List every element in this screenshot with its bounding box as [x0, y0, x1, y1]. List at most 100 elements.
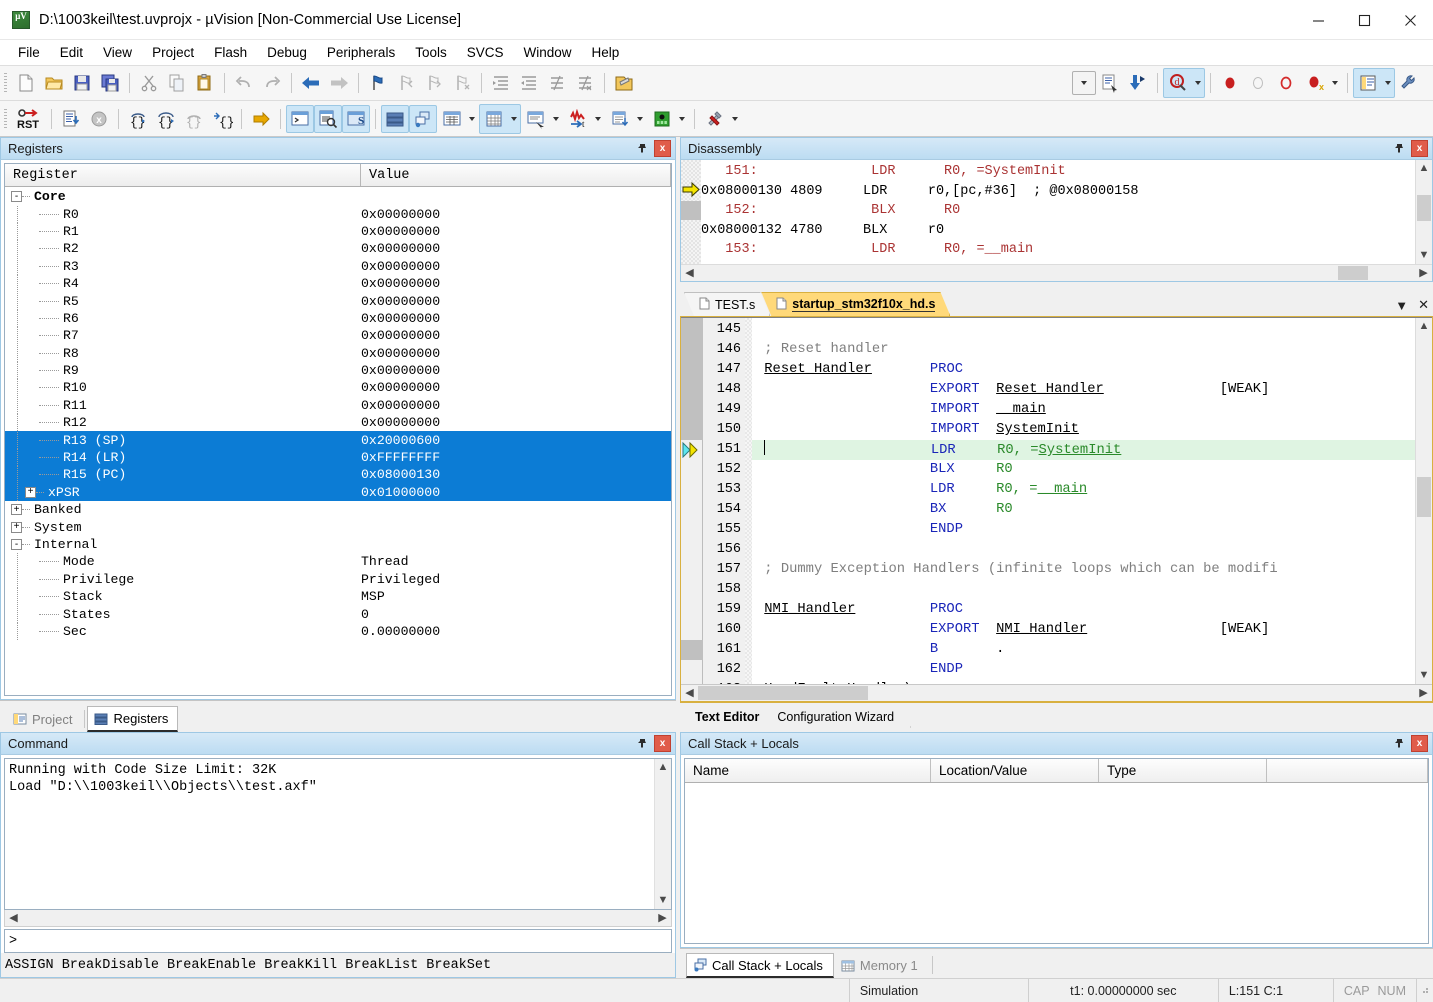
comment-icon[interactable] [543, 69, 571, 97]
system-viewer-dropdown[interactable] [676, 105, 688, 133]
registers-row[interactable]: - Internal [5, 536, 671, 553]
toolbox-dropdown[interactable] [729, 105, 741, 133]
tab-configuration-wizard[interactable]: Configuration Wizard [766, 706, 911, 728]
editor-code-line[interactable] [752, 540, 1415, 560]
editor-code-line[interactable]: Reset_Handler PROC [752, 360, 1415, 380]
editor-code-line[interactable]: ENDP [752, 660, 1415, 680]
registers-row[interactable]: R8 0x00000000 [5, 344, 671, 362]
editor-code-line[interactable]: LDR R0, =__main [752, 480, 1415, 500]
scroll-track[interactable] [655, 776, 671, 892]
editor-code-line[interactable]: IMPORT SystemInit [752, 420, 1415, 440]
command-input[interactable]: > [4, 929, 672, 953]
command-window-icon[interactable] [286, 104, 314, 133]
disassembly-line[interactable]: 151: LDR R0, =SystemInit [701, 162, 1415, 182]
analysis-windows-icon[interactable]: t [564, 105, 592, 133]
watch-windows-group[interactable] [437, 104, 479, 134]
column-header-extra[interactable] [1267, 759, 1428, 782]
start-stop-debug-session-group[interactable]: d [1163, 68, 1205, 98]
registers-row[interactable]: R13 (SP) 0x20000600 [5, 431, 671, 449]
toolbar-grip[interactable] [4, 73, 7, 93]
serial-windows-dropdown[interactable] [550, 105, 562, 133]
close-icon[interactable]: x [1411, 140, 1428, 157]
registers-row[interactable]: R10 0x00000000 [5, 379, 671, 397]
scroll-left-button[interactable]: ◀ [681, 265, 698, 281]
scroll-down-button[interactable]: ▼ [1416, 247, 1432, 264]
expand-icon[interactable]: + [11, 521, 22, 533]
registers-row[interactable]: R6 0x00000000 [5, 309, 671, 327]
kill-all-breakpoints-group[interactable]: x [1300, 68, 1342, 98]
insert-remove-breakpoint-icon[interactable] [1216, 69, 1244, 97]
scroll-up-button[interactable]: ▲ [655, 759, 671, 776]
close-icon[interactable]: x [654, 140, 671, 157]
redo-icon[interactable] [258, 69, 286, 97]
editor-code-line[interactable]: NMI_Handler PROC [752, 600, 1415, 620]
menu-file[interactable]: File [8, 42, 50, 63]
registers-row[interactable]: + Banked [5, 501, 671, 518]
dropdown-collapse-button[interactable] [1072, 71, 1096, 95]
menu-svcs[interactable]: SVCS [457, 42, 514, 63]
disassembly-window-icon[interactable] [314, 104, 342, 133]
menu-view[interactable]: View [93, 42, 142, 63]
scroll-up-button[interactable]: ▲ [1416, 160, 1432, 177]
menu-window[interactable]: Window [513, 42, 581, 63]
registers-row[interactable]: Mode Thread [5, 553, 671, 571]
system-viewer-icon[interactable] [648, 105, 676, 133]
scroll-right-button[interactable]: ▶ [1415, 685, 1432, 701]
disassembly-line[interactable]: 0x08000130 4809 LDR r0,[pc,#36] ; @0x080… [701, 182, 1415, 202]
expand-icon[interactable]: + [11, 504, 22, 516]
editor-code-line[interactable]: EXPORT NMI_Handler [WEAK] [752, 620, 1415, 640]
step-over-icon[interactable]: {} [152, 105, 180, 133]
editor-code-line[interactable]: BLX R0 [752, 460, 1415, 480]
editor-code-line[interactable]: ; Dummy Exception Handlers (infinite loo… [752, 560, 1415, 580]
analysis-windows-dropdown[interactable] [592, 105, 604, 133]
maximize-button[interactable] [1341, 0, 1387, 40]
command-horizontal-scrollbar[interactable]: ◀ ▶ [4, 910, 672, 927]
registers-row[interactable]: R4 0x00000000 [5, 275, 671, 293]
kill-all-breakpoints-icon[interactable]: x [1301, 69, 1329, 97]
breakpoints-dropdown[interactable] [1329, 69, 1341, 97]
pin-icon[interactable] [634, 140, 651, 157]
menu-flash[interactable]: Flash [204, 42, 257, 63]
registers-row[interactable]: R0 0x00000000 [5, 205, 671, 223]
disassembly-horizontal-scrollbar[interactable]: ◀ ▶ [681, 264, 1432, 281]
undo-icon[interactable] [230, 69, 258, 97]
tab-registers[interactable]: Registers [87, 706, 179, 732]
stop-icon[interactable]: x [85, 105, 113, 133]
symbols-window-icon[interactable]: S [342, 104, 370, 133]
registers-row[interactable]: R5 0x00000000 [5, 292, 671, 310]
registers-row[interactable]: R15 (PC) 0x08000130 [5, 466, 671, 484]
collapse-icon[interactable]: - [11, 191, 22, 203]
tab-text-editor[interactable]: Text Editor [684, 706, 776, 728]
trace-icon[interactable] [606, 105, 634, 133]
registers-row[interactable]: R3 0x00000000 [5, 257, 671, 275]
disassembly-vertical-scrollbar[interactable]: ▲ ▼ [1415, 160, 1432, 264]
new-file-icon[interactable] [12, 69, 40, 97]
editor-code-line[interactable]: BX R0 [752, 500, 1415, 520]
show-next-statement-icon[interactable] [247, 105, 275, 133]
system-viewer-group[interactable] [647, 104, 689, 134]
disable-all-breakpoints-icon[interactable] [1272, 69, 1300, 97]
scroll-track[interactable] [22, 910, 654, 926]
navigate-forward-icon[interactable] [325, 69, 353, 97]
manage-components-dropdown[interactable] [1382, 69, 1394, 97]
editor-code-line[interactable]: HardFault_Handler\ [752, 680, 1415, 684]
registers-row[interactable]: - Core [5, 188, 671, 205]
watch-windows-icon[interactable] [438, 105, 466, 133]
expand-icon[interactable]: + [25, 486, 36, 498]
toolbox-group[interactable] [700, 104, 742, 134]
close-icon[interactable]: x [654, 735, 671, 752]
clear-bookmarks-icon[interactable] [448, 69, 476, 97]
collapse-icon[interactable]: - [11, 539, 22, 550]
editor-tab-startup-stm32f10x-hd-s[interactable]: startup_stm32f10x_hd.s [761, 292, 950, 316]
step-out-icon[interactable]: {} [180, 105, 208, 133]
memory-windows-group[interactable] [479, 103, 521, 134]
build-output-icon[interactable] [1096, 69, 1124, 97]
registers-row[interactable]: R1 0x00000000 [5, 222, 671, 240]
column-header-value[interactable]: Value [361, 164, 671, 186]
debug-session-dropdown[interactable] [1192, 69, 1204, 97]
copy-icon[interactable] [163, 69, 191, 97]
column-header-location-value[interactable]: Location/Value [931, 759, 1099, 782]
serial-windows-icon[interactable] [522, 105, 550, 133]
scroll-track[interactable] [1416, 335, 1432, 667]
scroll-left-button[interactable]: ◀ [681, 685, 698, 701]
